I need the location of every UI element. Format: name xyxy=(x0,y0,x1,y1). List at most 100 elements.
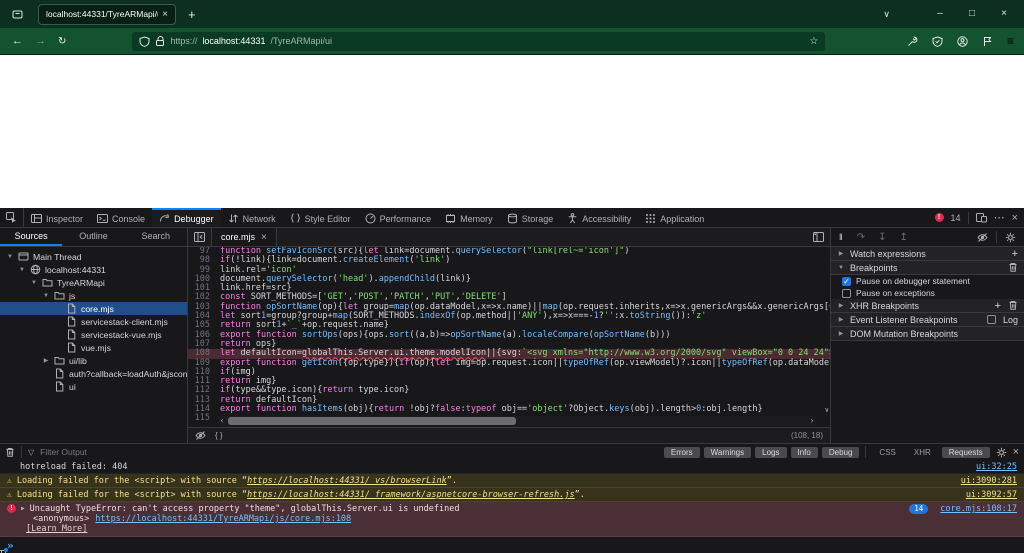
tree-item-servicestack-vue-mjs[interactable]: servicestack-vue.mjs xyxy=(0,328,187,341)
learn-more-link[interactable]: [Learn More] xyxy=(7,524,1017,534)
filter-info-button[interactable]: Info xyxy=(790,446,818,458)
devtools-tab-accessibility[interactable]: Accessibility xyxy=(560,208,638,227)
filter-logs-button[interactable]: Logs xyxy=(755,446,787,458)
devtools-close-icon[interactable]: × xyxy=(1012,212,1018,224)
section-event-listener-breakpoints[interactable]: ▶ Event Listener Breakpoints Log xyxy=(831,313,1024,327)
tab-outline[interactable]: Outline xyxy=(62,228,124,246)
editor-tab[interactable]: core.mjs × xyxy=(212,228,277,246)
flag-icon[interactable] xyxy=(982,36,993,47)
tree-item-vue-mjs[interactable]: vue.mjs xyxy=(0,341,187,354)
tree-item-core-mjs[interactable]: core.mjs xyxy=(0,302,187,315)
scroll-right-icon[interactable]: › xyxy=(808,416,816,425)
step-in-icon[interactable]: ↧ xyxy=(878,232,886,243)
source-location-link[interactable]: ui:3092:57 xyxy=(966,490,1017,500)
console-gear-icon[interactable] xyxy=(996,447,1007,458)
account-icon[interactable] xyxy=(957,35,968,47)
step-out-icon[interactable]: ↥ xyxy=(900,232,908,243)
filter-warnings-button[interactable]: Warnings xyxy=(703,446,752,458)
responsive-design-icon[interactable] xyxy=(975,212,987,223)
tab-list-chevron-icon[interactable]: ∨ xyxy=(883,9,890,20)
twisty-down-icon[interactable]: ▼ xyxy=(837,265,845,271)
code-line-109[interactable]: 109 export function getIcon({op,type}){if… xyxy=(188,358,830,368)
option-pause-on-debugger-statement[interactable]: ✓ Pause on debugger statement xyxy=(831,275,1024,287)
tree-item-js[interactable]: ▼ js xyxy=(0,289,187,302)
url-bar[interactable]: https:// localhost:44331/TyreARMapi/ui ☆ xyxy=(132,31,826,51)
new-tab-button[interactable]: + xyxy=(188,7,196,22)
devtools-tab-console[interactable]: Console xyxy=(90,208,152,227)
devtools-tab-memory[interactable]: Memory xyxy=(438,208,500,227)
trash-icon[interactable] xyxy=(1008,300,1018,311)
trash-icon[interactable] xyxy=(5,447,15,458)
tree-item-localhost-44331[interactable]: ▼ localhost:44331 xyxy=(0,263,187,276)
add-icon[interactable]: + xyxy=(995,300,1001,311)
checkbox[interactable] xyxy=(842,288,851,298)
vertical-scrollbar[interactable]: ∨ xyxy=(821,247,830,415)
tab-sources[interactable]: Sources xyxy=(0,228,63,246)
shield-icon[interactable] xyxy=(139,35,150,47)
twisty-right-icon[interactable]: ▶ xyxy=(837,316,845,323)
code-line-106[interactable]: 106 export function sortOps(ops){ops.sort… xyxy=(188,330,830,340)
tab-search[interactable]: Search xyxy=(125,228,187,246)
twisty-down-icon[interactable]: ▼ xyxy=(42,293,50,299)
pane-toggle-icon[interactable] xyxy=(807,231,830,243)
gear-icon[interactable] xyxy=(1005,232,1016,243)
wrench-icon[interactable] xyxy=(907,35,918,47)
code-line-114[interactable]: 114 export function hasItems(obj){return … xyxy=(188,404,830,414)
twisty-right-icon[interactable]: ▶ xyxy=(837,302,845,309)
option-pause-on-exceptions[interactable]: Pause on exceptions xyxy=(831,287,1024,299)
tree-item-auth-callback-loadauth-jsconfig-eccn[interactable]: auth?callback=loadAuth&jsconfig=eccn xyxy=(0,367,187,380)
menu-icon[interactable]: ≡ xyxy=(1007,34,1014,48)
horizontal-scrollbar[interactable]: ‹ › xyxy=(218,416,816,426)
tab-close-icon[interactable]: × xyxy=(162,9,168,20)
error-badge-icon[interactable]: ! xyxy=(934,213,944,222)
expand-arrow-icon[interactable]: ▶ xyxy=(21,504,25,514)
tree-item-tyrearmapi[interactable]: ▼ TyreARMapi xyxy=(0,276,187,289)
scroll-down-icon[interactable]: ∨ xyxy=(825,406,829,415)
scrollbar-thumb[interactable] xyxy=(228,417,516,425)
source-location-link[interactable]: ui:3090:281 xyxy=(961,476,1017,486)
twisty-down-icon[interactable]: ▼ xyxy=(18,267,26,273)
checkbox[interactable]: ✓ xyxy=(842,276,851,286)
refresh-button[interactable]: ↻ xyxy=(58,36,66,47)
add-icon[interactable]: + xyxy=(1012,248,1018,259)
scroll-left-icon[interactable]: ‹ xyxy=(218,416,226,425)
devtools-tab-application[interactable]: Application xyxy=(638,208,711,227)
firefox-view-icon[interactable] xyxy=(12,9,23,20)
back-button[interactable]: ← xyxy=(12,35,23,47)
section-xhr-breakpoints[interactable]: ▶ XHR Breakpoints + xyxy=(831,299,1024,313)
devtools-tab-performance[interactable]: Performance xyxy=(358,208,439,227)
filter-xhr-button[interactable]: XHR xyxy=(907,447,938,458)
tree-item-servicestack-client-mjs[interactable]: servicestack-client.mjs xyxy=(0,315,187,328)
script-source-link[interactable]: https://localhost:44331/_vs/browserLink xyxy=(247,476,447,486)
tree-item-main-thread[interactable]: ▼ Main Thread xyxy=(0,250,187,263)
blackbox-eye-slash-icon[interactable] xyxy=(195,430,206,441)
devtools-tab-inspector[interactable]: Inspector xyxy=(24,208,90,227)
code-line-110[interactable]: 110 if(img) xyxy=(188,367,830,377)
devtools-tab-storage[interactable]: Storage xyxy=(500,208,561,227)
pause-icon[interactable]: ‖ xyxy=(839,232,844,242)
filter-css-button[interactable]: CSS xyxy=(872,447,902,458)
twisty-down-icon[interactable]: ▼ xyxy=(6,254,14,260)
filter-errors-button[interactable]: Errors xyxy=(663,446,700,458)
console-close-icon[interactable]: × xyxy=(1013,446,1019,458)
tree-item-ui[interactable]: ui xyxy=(0,380,187,393)
devtools-tab-style-editor[interactable]: Style Editor xyxy=(283,208,358,227)
filter-debug-button[interactable]: Debug xyxy=(821,446,860,458)
twisty-right-icon[interactable]: ▶ xyxy=(837,330,845,337)
collapse-sources-icon[interactable] xyxy=(188,228,212,246)
section-dom-mutation-breakpoints[interactable]: ▶ DOM Mutation Breakpoints xyxy=(831,327,1024,341)
forward-button[interactable]: → xyxy=(35,35,46,47)
tree-item-ui-lib[interactable]: ▶ ui/lib xyxy=(0,354,187,367)
section-watch-expressions[interactable]: ▶ Watch expressions + xyxy=(831,247,1024,261)
log-checkbox[interactable] xyxy=(986,315,996,324)
twisty-down-icon[interactable]: ▼ xyxy=(30,280,38,286)
source-location-link[interactable]: core.mjs:108:17 xyxy=(940,504,1017,514)
filter-output-input[interactable] xyxy=(40,447,658,457)
shield-check-icon[interactable] xyxy=(932,35,943,47)
devtools-tab-debugger[interactable]: Debugger xyxy=(152,208,221,227)
stack-frame-link[interactable]: https://localhost:44331/TyreARMapi/js/co… xyxy=(95,514,351,524)
filter-requests-button[interactable]: Requests xyxy=(941,446,990,458)
bookmark-star-icon[interactable]: ☆ xyxy=(809,36,818,47)
twisty-right-icon[interactable]: ▶ xyxy=(42,357,50,364)
step-over-icon[interactable]: ↷ xyxy=(857,232,865,243)
